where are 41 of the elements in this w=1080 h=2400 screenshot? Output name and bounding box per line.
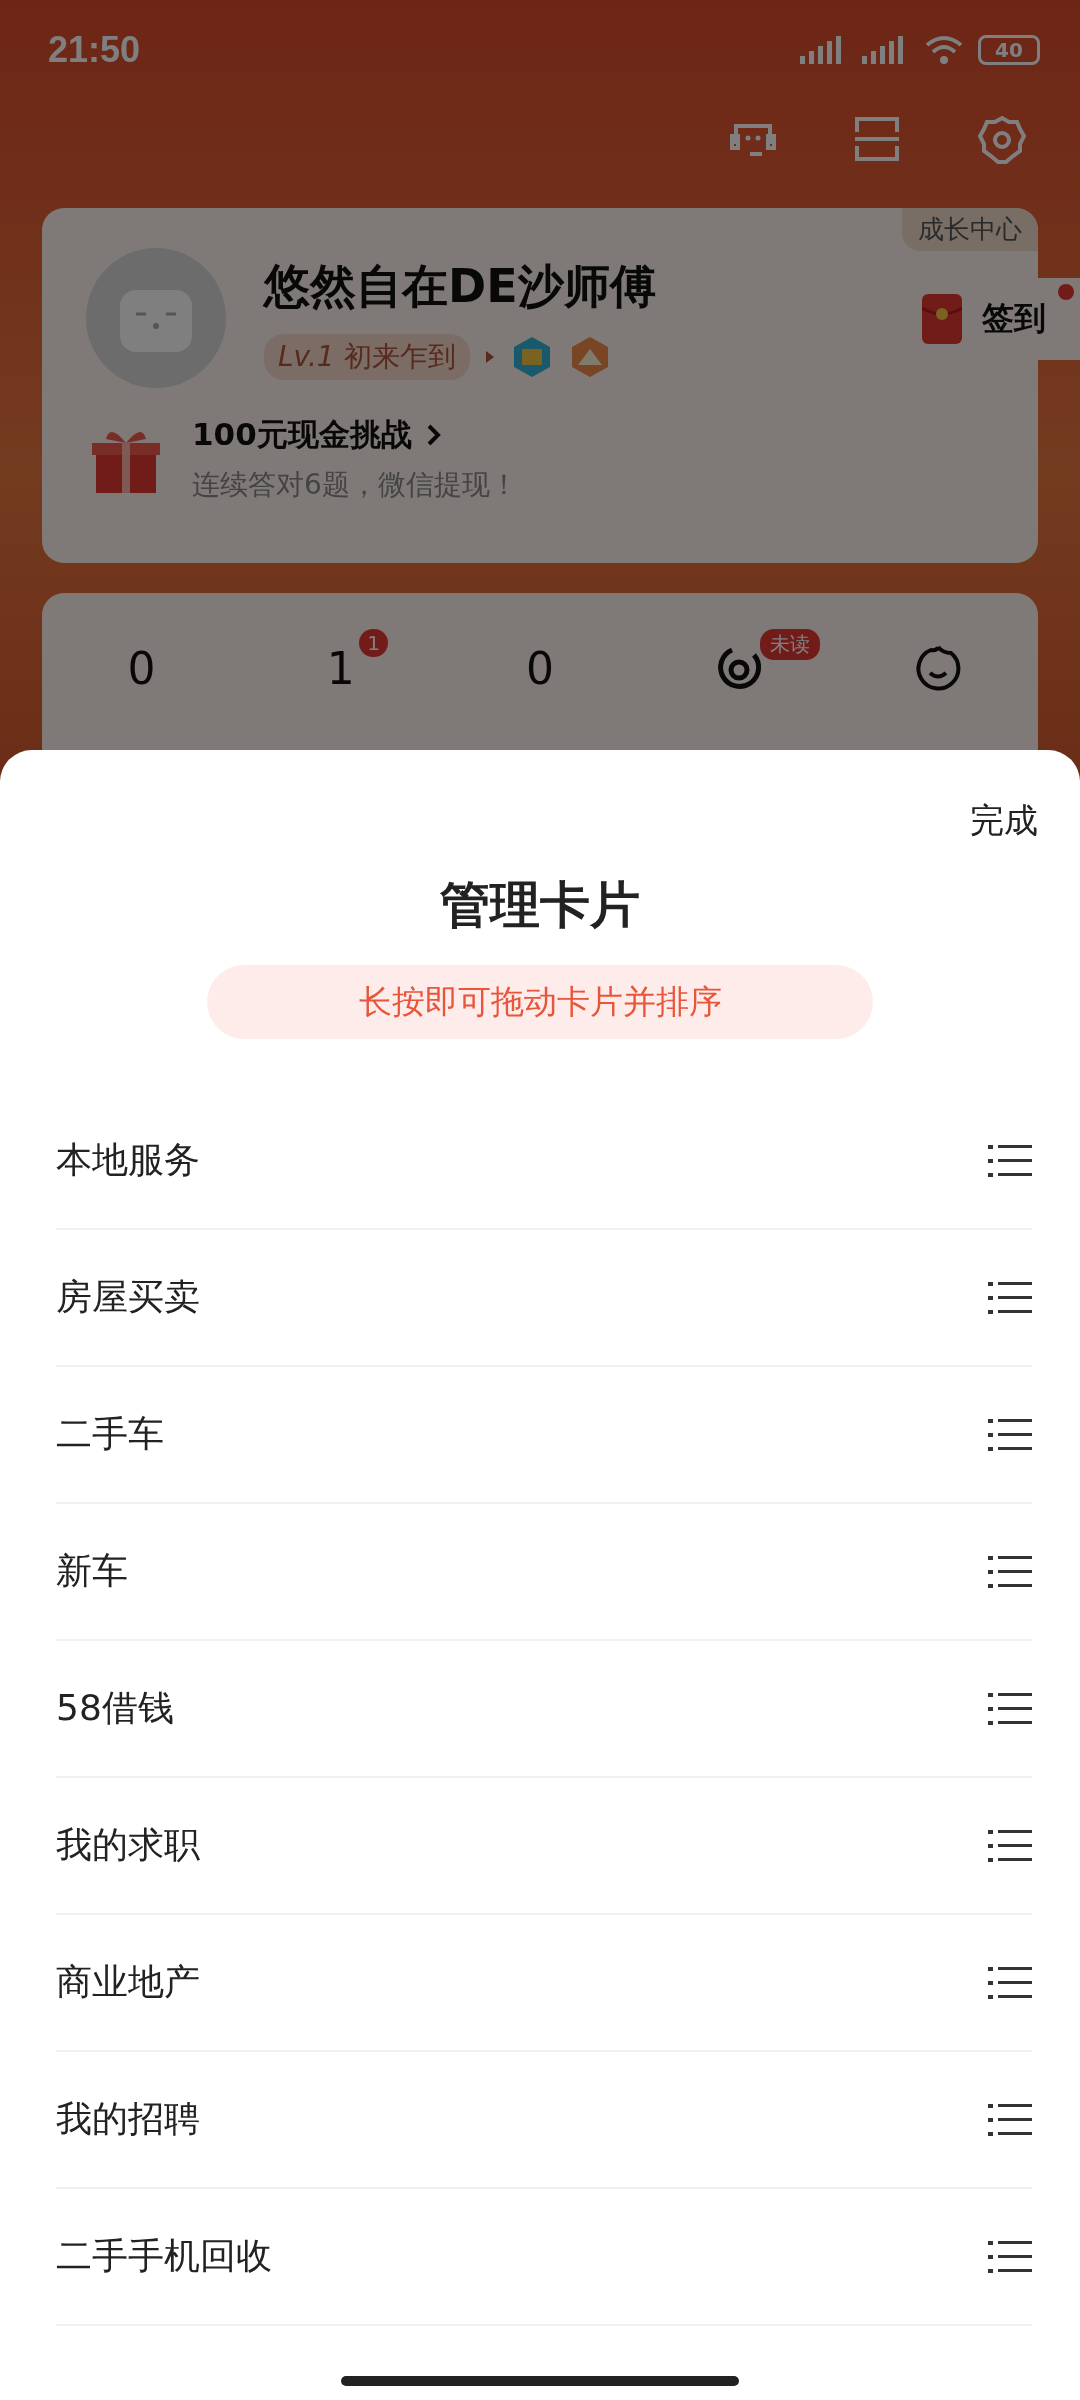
drag-handle-icon[interactable] [988, 1142, 1032, 1179]
card-name: 我的求职 [56, 1823, 200, 1867]
status-time: 21:50 [48, 29, 141, 71]
unread-badge: 1 [359, 629, 388, 657]
drag-handle-icon[interactable] [988, 1827, 1032, 1864]
card-name: 新车 [56, 1549, 128, 1593]
challenge-link[interactable]: 100元现金挑战 [192, 414, 412, 456]
stat-count[interactable]: 0 [127, 643, 156, 694]
battery-icon: 40 [978, 35, 1040, 65]
drag-handle-icon[interactable] [988, 1416, 1032, 1453]
done-button[interactable]: 完成 [970, 798, 1038, 844]
drag-handle-icon[interactable] [988, 1964, 1032, 2001]
drag-handle-icon[interactable] [988, 1690, 1032, 1727]
hint-banner: 长按即可拖动卡片并排序 [207, 965, 873, 1039]
card-name: 二手手机回收 [56, 2234, 272, 2278]
user-name: 悠然自在DE沙师傅 [264, 258, 656, 315]
challenge-subtitle: 连续答对6题，微信提现！ [192, 467, 518, 503]
notification-dot [1058, 284, 1074, 300]
level-button[interactable]: Lv.1 初来乍到 [264, 334, 470, 380]
envelope-icon [922, 294, 962, 344]
stat-count[interactable]: 0 [526, 643, 554, 694]
drag-handle-icon[interactable] [988, 1553, 1032, 1590]
drag-handle-icon[interactable] [988, 2101, 1032, 2138]
settings-icon[interactable] [976, 114, 1028, 166]
caret-icon [483, 349, 496, 365]
drag-handle-icon[interactable] [988, 1279, 1032, 1316]
avatar-icon [86, 248, 226, 388]
card-name: 商业地产 [56, 1960, 200, 2004]
scan-icon[interactable] [852, 114, 902, 164]
card-name: 二手车 [56, 1412, 164, 1456]
sheet-title: 管理卡片 [440, 875, 640, 936]
unread-badge: 未读 [759, 629, 820, 660]
card-name: 我的招聘 [56, 2097, 200, 2141]
drag-handle-icon[interactable] [988, 2238, 1032, 2275]
growth-center-button[interactable]: 成长中心 [902, 208, 1038, 251]
card-name: 房屋买卖 [56, 1275, 200, 1319]
card-name: 58借钱 [56, 1686, 174, 1730]
stat-count[interactable]: 1 [326, 643, 355, 694]
card-name: 本地服务 [56, 1138, 200, 1182]
wifi-icon [924, 34, 964, 66]
chevron-icon [425, 423, 442, 447]
